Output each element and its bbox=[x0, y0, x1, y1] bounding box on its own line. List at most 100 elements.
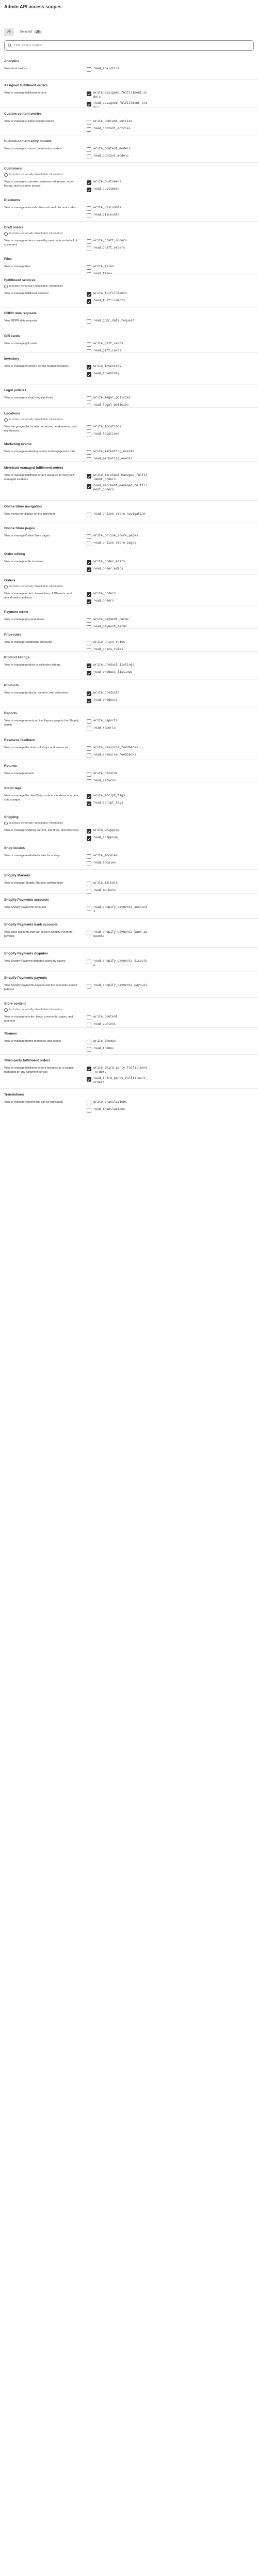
checkbox[interactable] bbox=[87, 213, 91, 218]
checkbox[interactable] bbox=[87, 319, 91, 324]
scope-option[interactable]: write_content_entries bbox=[87, 119, 133, 125]
scope-option[interactable]: read_marketing_events bbox=[87, 457, 134, 461]
checkbox[interactable] bbox=[87, 984, 91, 989]
scope-option[interactable]: read_shipping bbox=[87, 836, 119, 841]
scope-option[interactable]: read_reports bbox=[87, 726, 118, 731]
checkbox[interactable] bbox=[87, 433, 91, 437]
checkbox-checked[interactable] bbox=[87, 699, 91, 703]
checkbox[interactable] bbox=[87, 1040, 91, 1044]
scope-option[interactable]: write_files bbox=[87, 265, 114, 270]
scope-option[interactable]: read_discounts bbox=[87, 213, 121, 218]
scope-option[interactable]: read_shopify_payments_accounts bbox=[87, 905, 148, 914]
scope-option[interactable]: write_returns bbox=[87, 772, 118, 777]
checkbox-checked[interactable] bbox=[87, 560, 91, 565]
scope-option[interactable]: read_product_listings bbox=[87, 670, 134, 675]
checkbox-checked[interactable] bbox=[87, 829, 91, 834]
scope-option[interactable]: read_content_models bbox=[87, 154, 131, 159]
checkbox[interactable] bbox=[87, 404, 91, 407]
checkbox-checked[interactable] bbox=[87, 474, 91, 479]
checkbox[interactable] bbox=[87, 1101, 91, 1105]
checkbox[interactable] bbox=[87, 1015, 91, 1020]
scope-option[interactable]: write_translations bbox=[87, 1100, 127, 1105]
scope-option[interactable]: read_online_store_navigation bbox=[87, 512, 146, 517]
checkbox[interactable] bbox=[87, 513, 91, 517]
filter-input[interactable] bbox=[13, 44, 250, 47]
scope-option[interactable]: write_fulfillments bbox=[87, 291, 127, 297]
checkbox-checked[interactable] bbox=[87, 1067, 91, 1071]
scope-option[interactable]: write_content bbox=[87, 1015, 118, 1020]
scope-option[interactable]: write_inventory bbox=[87, 364, 121, 369]
scope-option[interactable]: read_analytics bbox=[87, 67, 119, 72]
scope-option[interactable]: read_locations bbox=[87, 432, 121, 437]
tab-all[interactable]: All bbox=[4, 28, 14, 36]
scope-option[interactable]: write_customers bbox=[87, 180, 121, 185]
scope-option[interactable]: write_payment_terms bbox=[87, 618, 128, 623]
scope-option[interactable]: read_shopify_payments_payouts bbox=[87, 983, 147, 989]
scope-option[interactable]: read_draft_orders bbox=[87, 246, 127, 251]
scope-option[interactable]: read_products bbox=[87, 698, 119, 703]
scope-option[interactable]: read_resource_feedbacks bbox=[87, 753, 138, 758]
checkbox[interactable] bbox=[87, 534, 91, 539]
scope-option[interactable]: read_themes bbox=[87, 1046, 116, 1052]
scope-option[interactable]: write_discounts bbox=[87, 206, 121, 211]
scope-option[interactable]: write_marketing_events bbox=[87, 450, 134, 455]
checkbox[interactable] bbox=[87, 1047, 91, 1052]
checkbox-checked[interactable] bbox=[87, 299, 91, 304]
scope-option[interactable]: write_script_tags bbox=[87, 794, 125, 799]
checkbox-checked[interactable] bbox=[87, 180, 91, 185]
scope-option[interactable]: write_online_store_pages bbox=[87, 534, 138, 539]
scope-option[interactable]: write_locales bbox=[87, 854, 118, 859]
scope-option[interactable]: read_gift_cards bbox=[87, 349, 123, 352]
checkbox-checked[interactable] bbox=[87, 671, 91, 675]
scope-option[interactable]: write_orders bbox=[87, 592, 116, 597]
checkbox[interactable] bbox=[87, 155, 91, 159]
checkbox[interactable] bbox=[87, 246, 91, 251]
scope-option[interactable]: write_shipping bbox=[87, 828, 119, 834]
scope-option[interactable]: write_order_edits bbox=[87, 560, 125, 565]
checkbox-checked[interactable] bbox=[87, 91, 91, 96]
checkbox[interactable] bbox=[87, 931, 91, 935]
scope-option[interactable]: read_customers bbox=[87, 187, 121, 192]
checkbox[interactable] bbox=[87, 457, 91, 461]
scope-option[interactable]: write_assigned_fulfillment_orders bbox=[87, 91, 148, 99]
checkbox-checked[interactable] bbox=[87, 592, 91, 597]
checkbox[interactable] bbox=[87, 772, 91, 777]
scope-option[interactable]: read_assigned_fulfillment_orders bbox=[87, 101, 148, 107]
scope-option[interactable]: read_legal_policies bbox=[87, 403, 131, 407]
scope-option[interactable]: read_gdpr_data_request bbox=[87, 319, 134, 324]
checkbox[interactable] bbox=[87, 127, 91, 132]
scope-option[interactable]: read_locales bbox=[87, 861, 118, 866]
checkbox-checked[interactable] bbox=[87, 292, 91, 297]
scope-option[interactable]: write_merchant_managed_fulfillment_order… bbox=[87, 473, 148, 482]
scope-option[interactable]: read_payment_terms bbox=[87, 625, 128, 628]
checkbox[interactable] bbox=[87, 641, 91, 645]
checkbox-checked[interactable] bbox=[87, 567, 91, 572]
scope-option[interactable]: read_fulfillments bbox=[87, 299, 127, 304]
scope-option[interactable]: write_themes bbox=[87, 1039, 116, 1044]
checkbox[interactable] bbox=[87, 746, 91, 751]
checkbox[interactable] bbox=[87, 239, 91, 244]
checkbox-checked[interactable] bbox=[87, 484, 91, 489]
checkbox[interactable] bbox=[87, 1108, 91, 1113]
scope-option[interactable]: write_resource_feedbacks bbox=[87, 746, 138, 751]
scope-option[interactable]: read_merchant_managed_fulfillment_orders bbox=[87, 484, 148, 492]
scope-option[interactable]: read_script_tags bbox=[87, 801, 125, 806]
checkbox[interactable] bbox=[87, 120, 91, 125]
scope-option[interactable]: read_translations bbox=[87, 1107, 127, 1113]
checkbox[interactable] bbox=[87, 147, 91, 152]
checkbox[interactable] bbox=[87, 960, 91, 964]
checkbox-checked[interactable] bbox=[87, 372, 91, 377]
checkbox[interactable] bbox=[87, 861, 91, 866]
checkbox-checked[interactable] bbox=[87, 794, 91, 799]
scope-option[interactable]: write_markets bbox=[87, 881, 118, 886]
checkbox-checked[interactable] bbox=[87, 365, 91, 369]
scope-option[interactable]: read_third_party_fulfillment_orders bbox=[87, 1076, 148, 1085]
checkbox[interactable] bbox=[87, 450, 91, 455]
checkbox-checked[interactable] bbox=[87, 1077, 91, 1082]
checkbox[interactable] bbox=[87, 67, 91, 72]
checkbox[interactable] bbox=[87, 265, 91, 270]
checkbox[interactable] bbox=[87, 425, 91, 430]
checkbox[interactable] bbox=[87, 889, 91, 893]
checkbox-checked[interactable] bbox=[87, 102, 91, 106]
checkbox[interactable] bbox=[87, 727, 91, 731]
